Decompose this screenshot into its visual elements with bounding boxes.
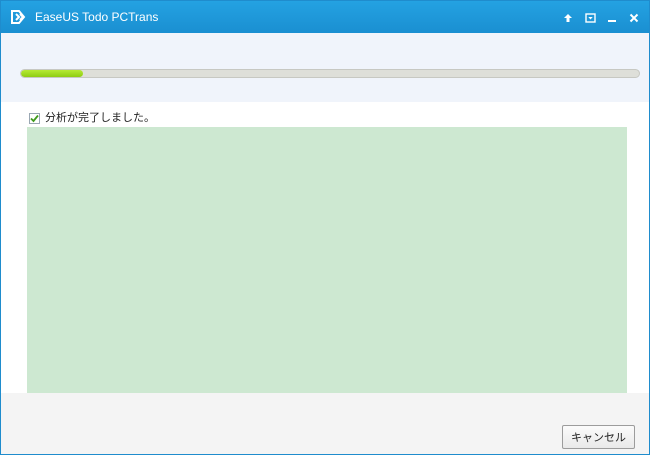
status-row: 分析が完了しました。 xyxy=(29,110,155,126)
footer-bar: キャンセル xyxy=(1,393,649,454)
minimize-button[interactable] xyxy=(603,9,621,27)
app-window: EaseUS Todo PCTrans 分析が完了しました。 キャンセル xyxy=(0,0,650,455)
close-button[interactable] xyxy=(625,9,643,27)
app-logo-icon xyxy=(11,10,26,24)
dropdown-menu-icon xyxy=(584,13,596,23)
minimize-icon xyxy=(608,20,616,22)
progress-bar-fill xyxy=(21,70,83,77)
arrow-up-icon xyxy=(564,14,572,22)
menu-button[interactable] xyxy=(581,9,599,27)
analysis-result-panel xyxy=(27,127,627,393)
window-title: EaseUS Todo PCTrans xyxy=(35,10,159,24)
title-bar[interactable]: EaseUS Todo PCTrans xyxy=(1,1,649,33)
status-checkbox xyxy=(29,112,40,124)
close-icon xyxy=(629,13,639,23)
upload-button[interactable] xyxy=(559,9,577,27)
status-text: 分析が完了しました。 xyxy=(45,111,155,124)
cancel-button[interactable]: キャンセル xyxy=(562,425,635,449)
checkmark-icon xyxy=(30,114,39,122)
progress-bar xyxy=(20,69,640,78)
progress-header xyxy=(1,33,649,102)
window-controls xyxy=(559,9,643,27)
